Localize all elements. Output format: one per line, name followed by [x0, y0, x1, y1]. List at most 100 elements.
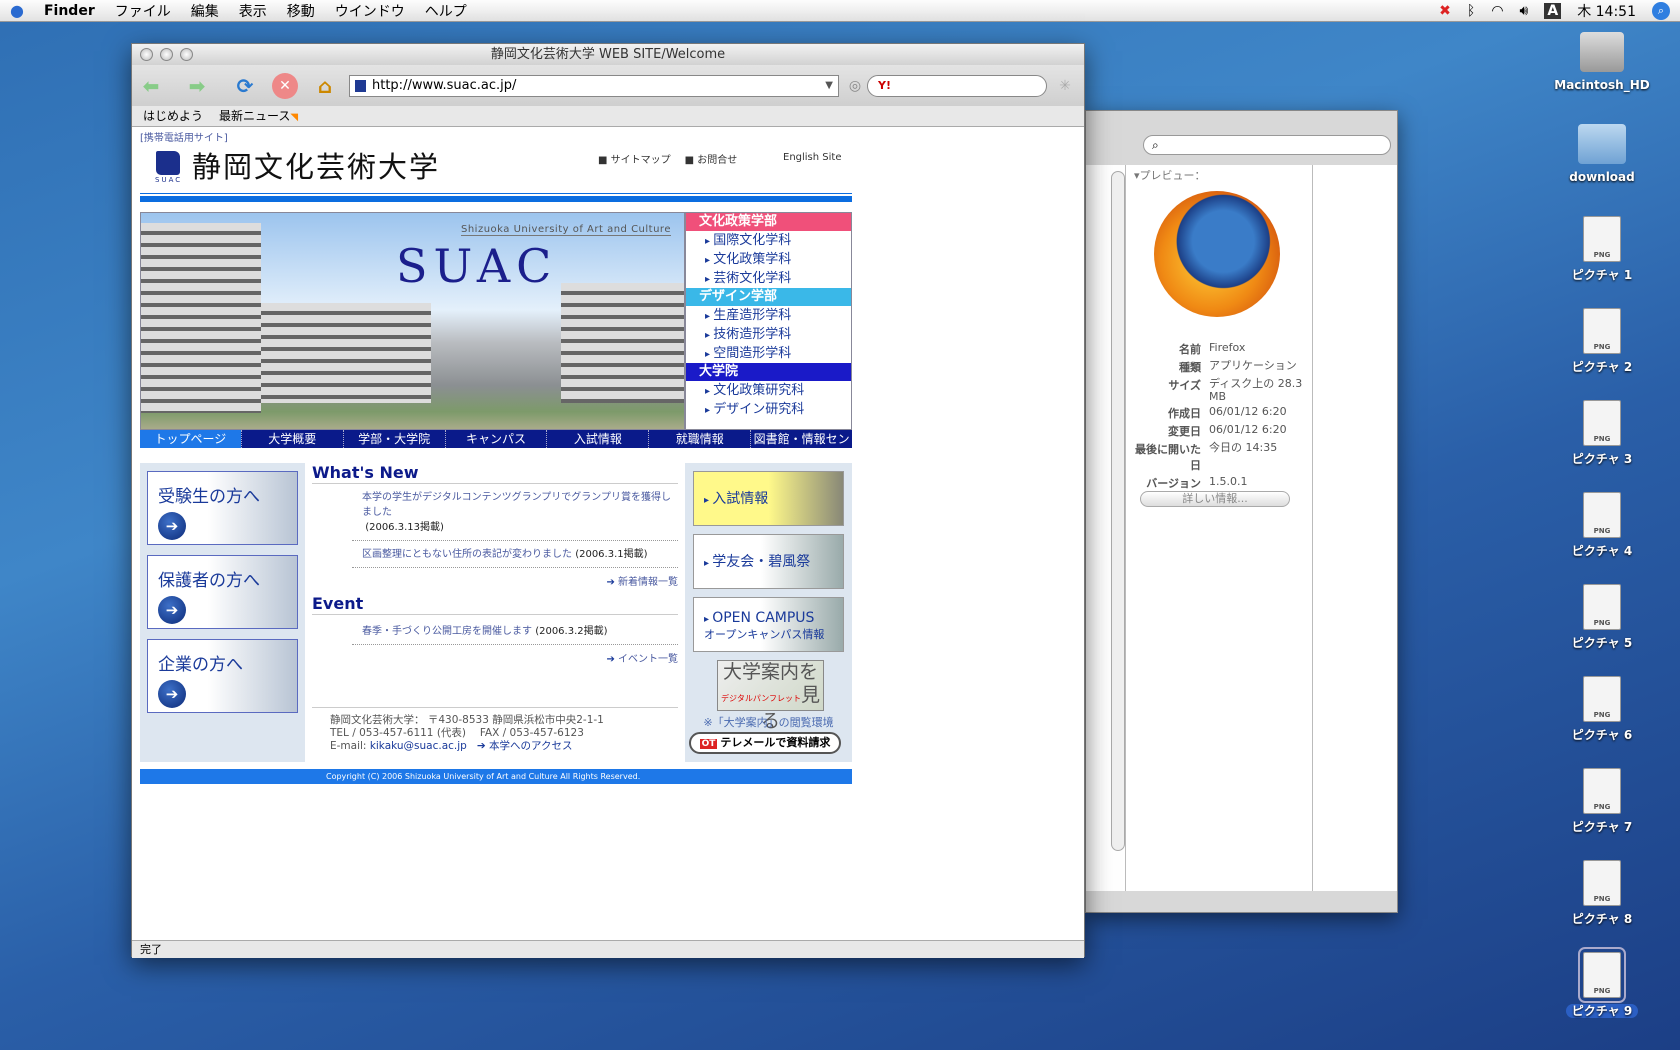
volume-icon[interactable]: 🔊︎	[1520, 3, 1529, 19]
desktop-icon-file[interactable]: ピクチャ 8	[1552, 860, 1652, 927]
pamphlet-note-link[interactable]: ※「大学案内」の閲覧環境	[685, 714, 852, 730]
home-icon[interactable]: ⌂	[312, 73, 338, 99]
news-item[interactable]: 区画整理にともない住所の表記が変わりました (2006.3.1掲載)	[352, 541, 678, 568]
menu-help[interactable]: ヘルプ	[415, 1, 477, 21]
nav-tab[interactable]: トップページ	[140, 430, 241, 448]
throbber-icon: ✳	[1059, 78, 1071, 94]
clock[interactable]: 木 14:51	[1577, 1, 1636, 21]
desktop-icon-file[interactable]: ピクチャ 3	[1552, 400, 1652, 467]
folder-icon	[1578, 124, 1626, 164]
event-list-link[interactable]: イベント一覧	[312, 650, 678, 665]
finder-search-input[interactable]: ⌕	[1143, 135, 1391, 155]
title-bar[interactable]: 静岡文化芸術大学 WEB SITE/Welcome	[132, 44, 1084, 65]
hero-subtitle: Shizuoka University of Art and Culture	[461, 224, 671, 236]
info-key: 作成日	[1168, 407, 1201, 420]
dept-heading[interactable]: 大学院	[686, 363, 851, 381]
menu-file[interactable]: ファイル	[105, 1, 181, 21]
dept-link[interactable]: デザイン研究科	[686, 400, 851, 419]
nav-tab[interactable]: 就職情報	[648, 430, 750, 448]
sitemap-link[interactable]: ■ サイトマップ	[598, 151, 671, 166]
dept-heading[interactable]: デザイン学部	[686, 288, 851, 306]
toolbar: ⬅ ➡ ⟳ ✕ ⌂ http://www.suac.ac.jp/ ▼ ◎ Y! ✳	[132, 65, 1084, 106]
go-icon[interactable]: ◎	[842, 73, 868, 99]
dept-link[interactable]: 文化政策学科	[686, 250, 851, 269]
menu-finder[interactable]: Finder	[34, 3, 105, 19]
dept-link[interactable]: 国際文化学科	[686, 231, 851, 250]
nav-tab[interactable]: 大学概要	[240, 430, 343, 448]
for-parents-button[interactable]: 保護者の方へ ➔	[147, 555, 298, 629]
preview-label[interactable]: ▾プレビュー：	[1134, 167, 1206, 183]
stop-icon[interactable]: ✕	[272, 73, 298, 99]
desktop-icon-file[interactable]: ピクチャ 1	[1552, 216, 1652, 283]
building-shape	[141, 223, 261, 413]
dept-link[interactable]: 文化政策研究科	[686, 381, 851, 400]
news-list-link[interactable]: 新着情報一覧	[312, 573, 678, 588]
dept-link[interactable]: 生産造形学科	[686, 306, 851, 325]
search-engine-label[interactable]: Y!	[878, 79, 891, 92]
status-bar: 完了	[132, 940, 1084, 958]
bookmark-getting-started[interactable]: はじめよう	[143, 106, 203, 126]
menu-window[interactable]: ウインドウ	[325, 1, 415, 21]
news-item[interactable]: 本学の学生がデジタルコンテンツグランプリでグランプリ賞を獲得しました (2006…	[352, 484, 678, 541]
telemail-button[interactable]: OT テレメールで資料請求	[689, 732, 841, 754]
nav-tab[interactable]: キャンパス	[444, 430, 547, 448]
desktop-icon-file[interactable]: ピクチャ 5	[1552, 584, 1652, 651]
more-info-button[interactable]: 詳しい情報...	[1140, 491, 1290, 507]
desktop-icon-file[interactable]: ピクチャ 4	[1552, 492, 1652, 559]
input-method-icon[interactable]: A	[1544, 2, 1562, 19]
dept-link[interactable]: 技術造形学科	[686, 325, 851, 344]
minimize-button[interactable]	[160, 48, 173, 61]
status-error-icon[interactable]: ✖	[1439, 3, 1451, 19]
event-item[interactable]: 春季・手づくり公開工房を開催します (2006.3.2掲載)	[352, 615, 678, 645]
for-companies-button[interactable]: 企業の方へ ➔	[147, 639, 298, 713]
whats-new-heading: What's New	[312, 463, 678, 484]
reload-icon[interactable]: ⟳	[232, 73, 258, 99]
back-icon[interactable]: ⬅	[138, 73, 164, 99]
contact-link[interactable]: ■ お問合せ	[685, 151, 738, 166]
search-input[interactable]: Y!	[867, 75, 1047, 97]
desktop-icon-file[interactable]: ピクチャ 2	[1552, 308, 1652, 375]
chevron-down-icon[interactable]: ▼	[825, 76, 833, 96]
nav-tab[interactable]: 入試情報	[546, 430, 648, 448]
forward-icon[interactable]: ➡	[184, 73, 210, 99]
suac-logo-icon[interactable]	[156, 151, 180, 175]
bluetooth-icon[interactable]: ᛒ	[1467, 3, 1475, 19]
wifi-icon[interactable]: ◠	[1491, 3, 1503, 19]
desktop-icon-file-selected[interactable]: ピクチャ 9	[1552, 947, 1652, 1019]
desktop-icon-hd[interactable]: Macintosh_HD	[1552, 32, 1652, 92]
english-site-link[interactable]: English Site	[783, 152, 842, 163]
close-button[interactable]	[140, 48, 153, 61]
digital-pamphlet-banner[interactable]: 大学案内を デジタルパンフレット見る	[717, 660, 824, 732]
news-text[interactable]: 区画整理にともない住所の表記が変わりました	[362, 549, 572, 560]
dept-link[interactable]: 芸術文化学科	[686, 269, 851, 288]
scrollbar[interactable]	[1111, 171, 1125, 851]
copyright: Copyright (C) 2006 Shizuoka University o…	[140, 769, 852, 784]
nav-tab[interactable]: 図書館・情報センター	[750, 430, 852, 464]
news-text[interactable]: 本学の学生がデジタルコンテンツグランプリでグランプリ賞を獲得しました	[362, 492, 671, 518]
access-link[interactable]: ➔ 本学へのアクセス	[477, 740, 573, 752]
png-file-icon	[1583, 676, 1621, 722]
spotlight-icon[interactable]: ⌕	[1652, 1, 1670, 20]
dept-heading[interactable]: 文化政策学部	[686, 213, 851, 231]
event-text[interactable]: 春季・手づくり公開工房を開催します	[362, 626, 532, 637]
zoom-button[interactable]	[180, 48, 193, 61]
menu-edit[interactable]: 編集	[181, 1, 229, 21]
telemail-icon: OT	[699, 739, 718, 749]
student-association-banner[interactable]: 学友会・碧風祭	[693, 534, 844, 589]
menu-go[interactable]: 移動	[277, 1, 325, 21]
menu-view[interactable]: 表示	[229, 1, 277, 21]
desktop-icon-file[interactable]: ピクチャ 7	[1552, 768, 1652, 835]
dept-link[interactable]: 空間造形学科	[686, 344, 851, 363]
url-bar[interactable]: http://www.suac.ac.jp/ ▼	[349, 75, 839, 97]
nav-tab[interactable]: 学部・大学院	[342, 430, 445, 448]
for-applicants-button[interactable]: 受験生の方へ ➔	[147, 471, 298, 545]
mobile-site-link[interactable]: [携帯電話用サイト]	[140, 129, 228, 144]
bookmark-latest-news[interactable]: 最新ニュース◥	[219, 106, 298, 126]
apple-menu-icon[interactable]: ●	[0, 1, 34, 20]
logo-name[interactable]: 静岡文化芸術大学	[192, 144, 440, 186]
desktop-icon-download[interactable]: download	[1552, 124, 1652, 184]
open-campus-banner[interactable]: OPEN CAMPUS オープンキャンパス情報	[693, 597, 844, 652]
email-link[interactable]: kikaku@suac.ac.jp	[370, 740, 467, 752]
desktop-icon-file[interactable]: ピクチャ 6	[1552, 676, 1652, 743]
admissions-banner[interactable]: 入試情報	[693, 471, 844, 526]
